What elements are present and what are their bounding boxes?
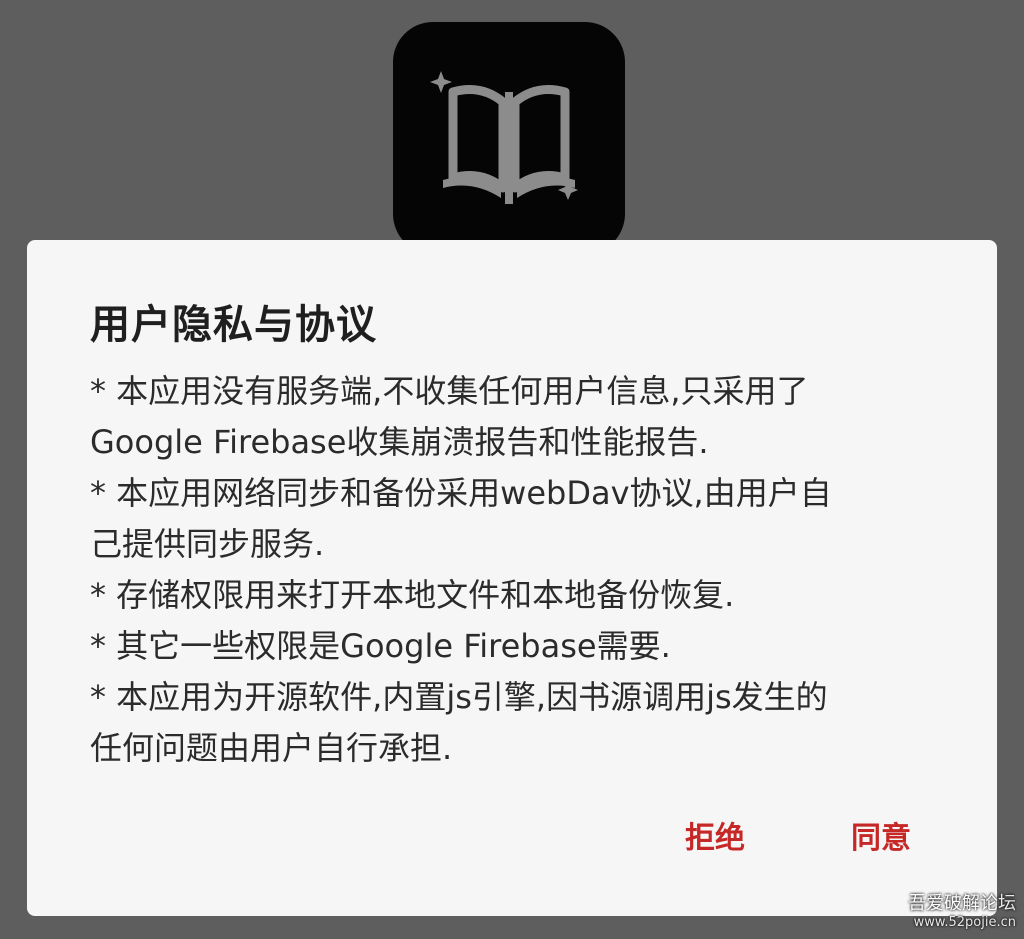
screen: 用户隐私与协议 * 本应用没有服务端,不收集任何用户信息,只采用了 Google… [0, 0, 1024, 939]
app-icon [393, 22, 625, 254]
dialog-body: * 本应用没有服务端,不收集任何用户信息,只采用了 Google Firebas… [90, 366, 940, 774]
dialog-title: 用户隐私与协议 [90, 302, 377, 348]
body-line: * 本应用为开源软件,内置js引擎,因书源调用js发生的 [90, 678, 828, 716]
privacy-dialog: 用户隐私与协议 * 本应用没有服务端,不收集任何用户信息,只采用了 Google… [27, 240, 997, 916]
agree-button[interactable]: 同意 [851, 814, 911, 864]
book-icon [430, 71, 578, 204]
body-line: * 存储权限用来打开本地文件和本地备份恢复. [90, 576, 735, 614]
body-line: 己提供同步服务. [90, 525, 325, 563]
watermark-url: www.52pojie.cn [913, 915, 1016, 930]
body-line: Google Firebase收集崩溃报告和性能报告. [90, 423, 709, 461]
body-line: 任何问题由用户自行承担. [90, 729, 453, 767]
watermark: 吾爱破解论坛 www.52pojie.cn [908, 893, 1016, 931]
body-line: * 本应用没有服务端,不收集任何用户信息,只采用了 [90, 372, 809, 410]
body-line: * 本应用网络同步和备份采用webDav协议,由用户自 [90, 474, 832, 512]
refuse-button[interactable]: 拒绝 [685, 814, 745, 864]
body-line: * 其它一些权限是Google Firebase需要. [90, 627, 671, 665]
dialog-actions: 拒绝 同意 [27, 814, 997, 864]
watermark-title: 吾爱破解论坛 [908, 893, 1016, 914]
